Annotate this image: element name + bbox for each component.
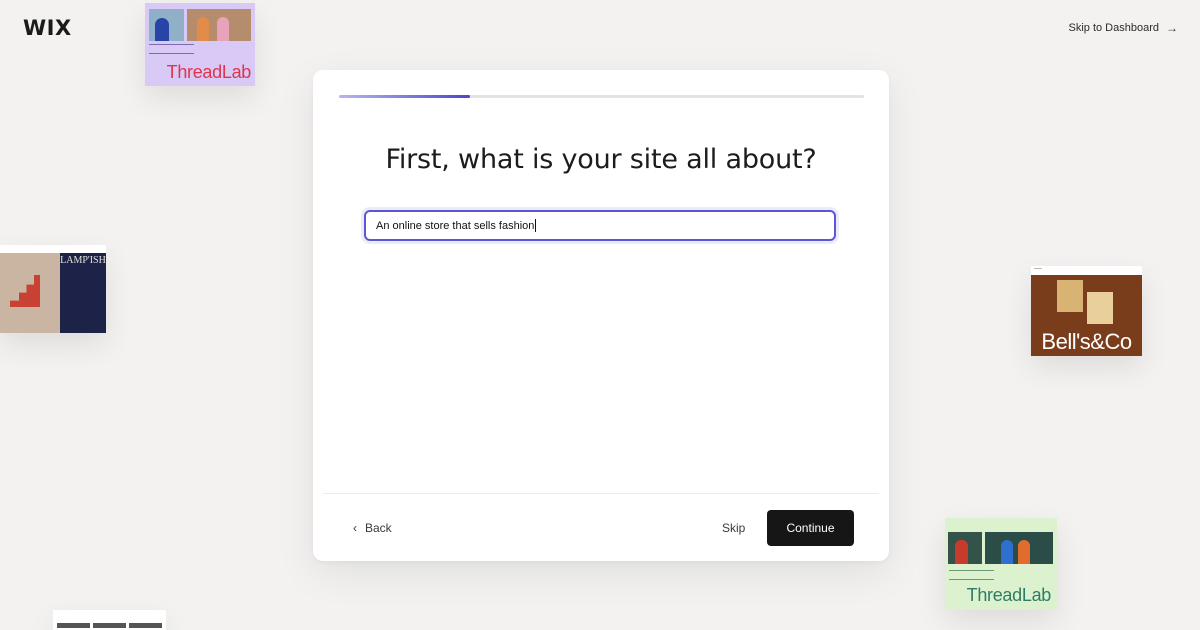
skip-to-dashboard-link[interactable]: Skip to Dashboard → — [1069, 21, 1179, 35]
question-title: First, what is your site all about? — [385, 144, 817, 175]
arrow-right-icon: → — [1166, 21, 1178, 35]
footer-divider — [323, 493, 879, 494]
thumbnail-title: ThreadLab — [966, 585, 1052, 605]
skip-button[interactable]: Skip — [722, 521, 745, 535]
template-thumbnail-threadlab-green: ThreadLab — [945, 518, 1057, 610]
thumbnail-title: Bell's&Co — [1041, 329, 1132, 354]
back-label: Back — [365, 521, 392, 535]
continue-button[interactable]: Continue — [767, 510, 854, 546]
progress-bar — [339, 95, 864, 98]
skip-to-dashboard-label: Skip to Dashboard — [1068, 22, 1160, 34]
template-thumbnail-partial — [53, 610, 166, 630]
template-thumbnail-bells-co: Bell's&Co — [1031, 266, 1142, 356]
back-button[interactable]: ‹ Back — [353, 521, 392, 535]
thumbnail-title: LAMP'ISH — [60, 255, 106, 266]
thumbnail-title: ThreadLab — [166, 62, 252, 82]
progress-fill — [339, 95, 471, 98]
template-thumbnail-threadlab-purple: ThreadLab — [145, 3, 255, 86]
chevron-left-icon: ‹ — [353, 521, 357, 535]
site-description-input[interactable]: An online store that sells fashion — [364, 210, 836, 241]
template-thumbnail-lampish: LAMP'ISH — [0, 245, 106, 333]
text-cursor — [535, 219, 537, 232]
onboarding-card: First, what is your site all about? An o… — [313, 70, 889, 561]
wix-logo[interactable]: WIX — [23, 16, 72, 40]
site-description-value: An online store that sells fashion — [376, 219, 535, 232]
